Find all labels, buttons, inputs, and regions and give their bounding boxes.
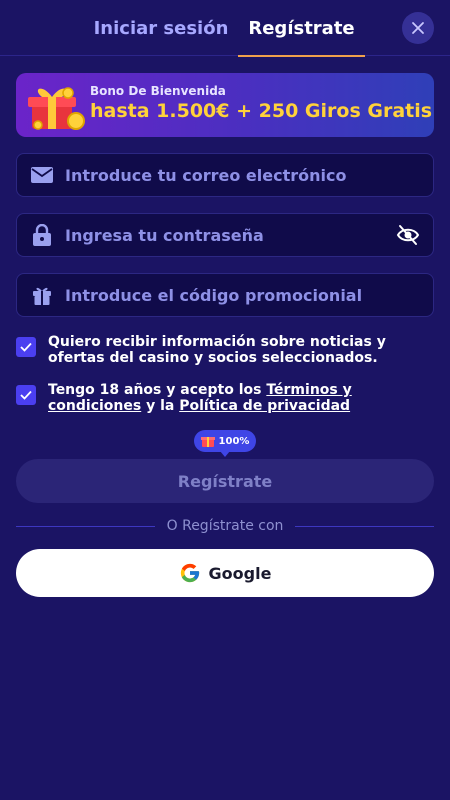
form-progress-badge: 100% <box>194 430 256 457</box>
age-terms-consent: Tengo 18 años y acepto los Términos y co… <box>16 382 436 414</box>
envelope-icon <box>31 164 53 186</box>
gift-box-icon <box>28 87 85 130</box>
bonus-subtitle: Bono De Bienvenida <box>90 84 226 98</box>
age-terms-prefix: Tengo 18 años y acepto los <box>48 382 267 398</box>
social-divider-text: O Regístrate con <box>166 518 284 534</box>
checkmark-icon <box>20 390 32 400</box>
close-button[interactable] <box>402 12 434 44</box>
lock-icon <box>31 224 53 246</box>
close-icon <box>412 22 424 34</box>
email-input[interactable] <box>65 154 395 196</box>
password-field <box>16 213 434 257</box>
divider-line <box>295 525 435 527</box>
password-input[interactable] <box>65 214 395 256</box>
promo-code-input[interactable] <box>65 274 395 316</box>
privacy-link[interactable]: Política de privacidad <box>179 398 350 414</box>
gift-icon <box>31 284 53 306</box>
newsletter-consent-text: Quiero recibir información sobre noticia… <box>48 334 386 366</box>
checkmark-icon <box>20 342 32 352</box>
bonus-title: hasta 1.500€ + 250 Giros Gratis <box>90 100 433 122</box>
newsletter-consent: Quiero recibir información sobre noticia… <box>16 334 436 366</box>
tab-register[interactable]: Regístrate <box>238 0 365 57</box>
tab-login[interactable]: Iniciar sesión <box>86 0 236 56</box>
promo-code-field <box>16 273 434 317</box>
eye-slash-icon[interactable] <box>395 223 421 247</box>
welcome-bonus-banner: Bono De Bienvenida hasta 1.500€ + 250 Gi… <box>16 73 434 137</box>
google-button-label: Google <box>208 563 272 583</box>
google-signup-button[interactable]: Google <box>16 549 434 597</box>
google-icon <box>180 563 199 583</box>
age-terms-text: Tengo 18 años y acepto los Términos y co… <box>48 382 436 414</box>
auth-tabs: Iniciar sesión Regístrate <box>0 0 450 57</box>
age-terms-middle: y la <box>141 398 180 414</box>
social-divider: O Regístrate con <box>16 516 435 536</box>
newsletter-checkbox[interactable] <box>16 337 36 357</box>
progress-label: 100% <box>218 435 250 447</box>
register-button[interactable]: Regístrate <box>16 459 434 503</box>
age-terms-checkbox[interactable] <box>16 385 36 405</box>
divider-line <box>16 525 155 527</box>
email-field <box>16 153 434 197</box>
gift-icon <box>200 437 215 447</box>
